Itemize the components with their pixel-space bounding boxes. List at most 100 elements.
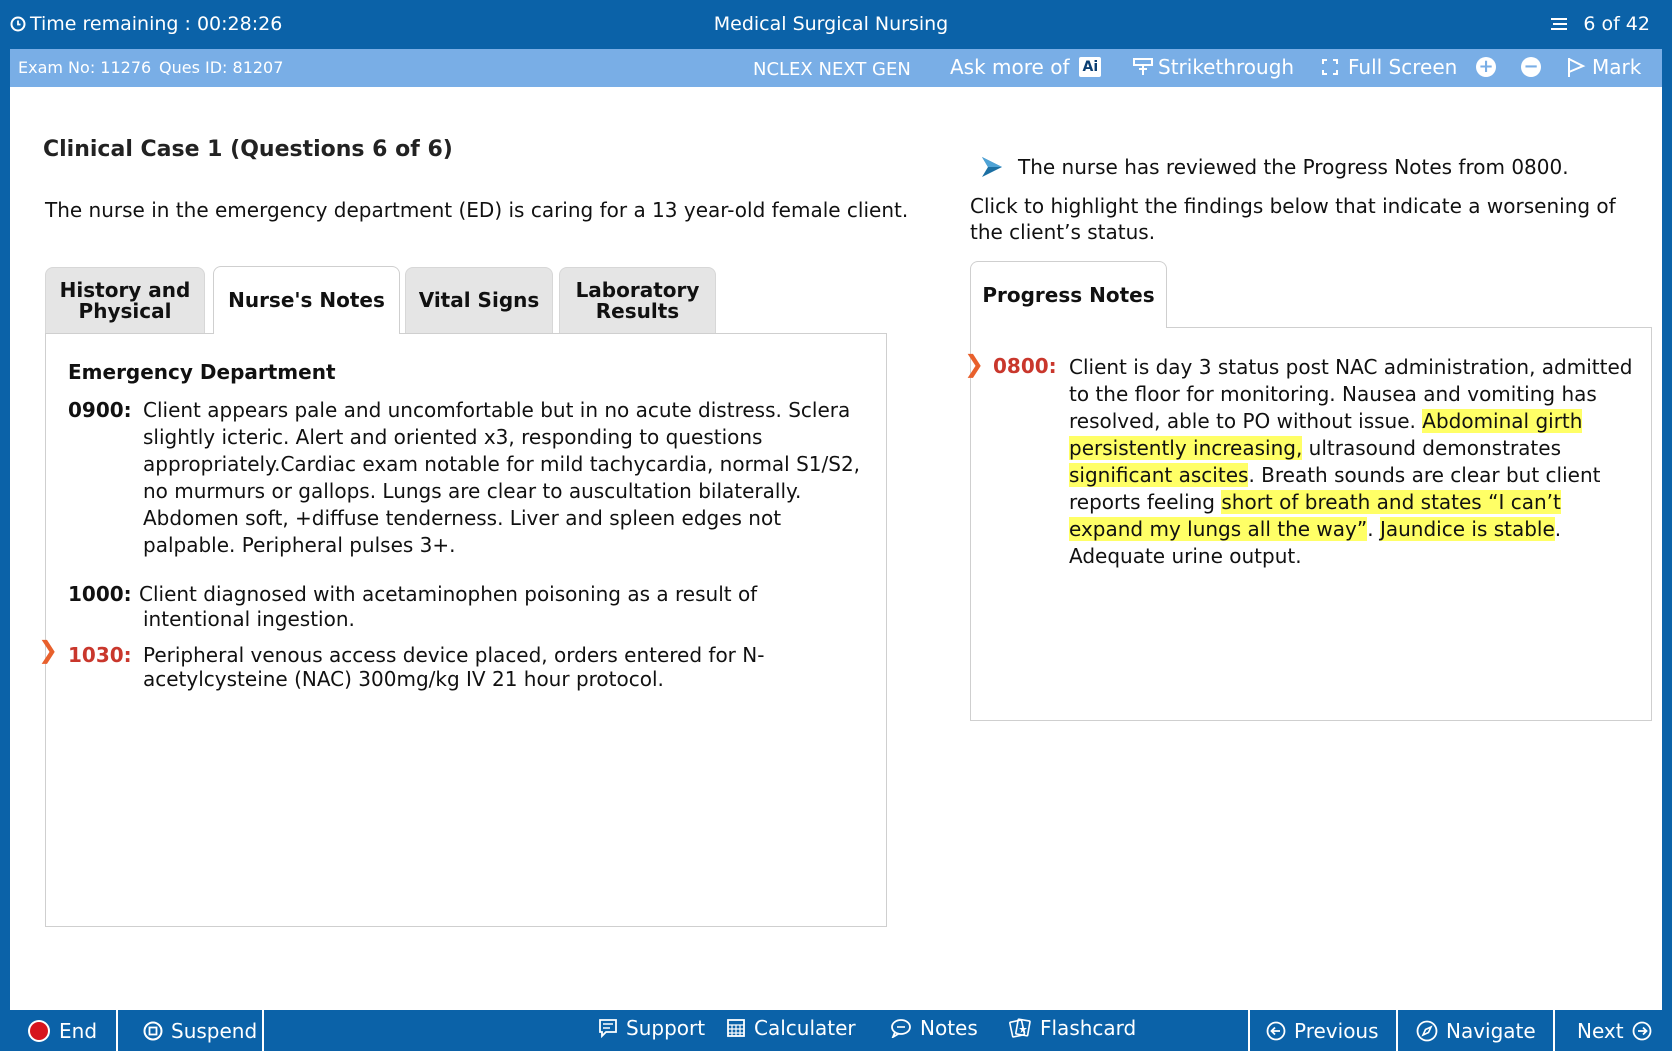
chevron-right-icon: ❯ <box>38 636 59 664</box>
note-line: appropriately.Cardiac exam notable for m… <box>143 452 861 476</box>
ask-ai-button[interactable]: Ask more of Ai <box>950 55 1102 79</box>
flag-icon <box>1568 58 1586 77</box>
chat-square-icon <box>599 1018 617 1038</box>
question-counter: 6 of 42 <box>1549 13 1650 35</box>
nurses-notes-panel: Emergency Department 0900: Client appear… <box>38 333 887 927</box>
bottom-bar: End Suspend Support Calculater Notes Fla… <box>0 1010 1672 1051</box>
note-time: 0900: <box>68 398 132 422</box>
calculator-icon <box>727 1018 745 1037</box>
exam-type: NCLEX NEXT GEN <box>753 59 911 80</box>
note-line: no murmurs or gallops. Lungs are clear t… <box>143 479 802 503</box>
mark-button[interactable]: Mark <box>1566 55 1641 79</box>
full-screen-label: Full Screen <box>1348 55 1458 79</box>
tab-history-physical[interactable]: History and Physical <box>45 267 205 333</box>
question-counter-label: 6 of 42 <box>1583 13 1650 35</box>
arrow-left-circle-icon <box>1266 1021 1286 1040</box>
end-button[interactable]: End <box>27 1010 97 1051</box>
note-line: Client diagnosed with acetaminophen pois… <box>139 582 758 606</box>
strikethrough-icon <box>1133 58 1153 75</box>
calculator-button[interactable]: Calculater <box>726 1007 856 1048</box>
arrow-pointer-icon <box>982 157 1002 177</box>
previous-label: Previous <box>1294 1018 1379 1043</box>
note-line: slightly icteric. Alert and oriented x3,… <box>143 425 763 449</box>
note-0900: 0900: Client appears pale and uncomforta… <box>68 397 868 563</box>
strikethrough-button[interactable]: Strikethrough <box>1132 55 1294 79</box>
note-1030: 1030: Peripheral venous access device pl… <box>68 643 868 699</box>
case-description: The nurse in the emergency department (E… <box>45 198 909 222</box>
divider <box>1248 1010 1250 1051</box>
calculator-label: Calculater <box>754 1015 856 1040</box>
panel-heading: Emergency Department <box>68 360 336 384</box>
support-label: Support <box>626 1015 706 1040</box>
note-text: Peripheral venous access device placed, … <box>143 643 764 691</box>
note-text: Client diagnosed with acetaminophen pois… <box>139 582 757 632</box>
note-1000: 1000: Client diagnosed with acetaminophe… <box>68 582 868 638</box>
next-button[interactable]: Next <box>1577 1010 1660 1051</box>
flashcard-button[interactable]: Flashcard <box>1008 1007 1136 1048</box>
highlighted-finding[interactable]: Jaundice is stable <box>1379 517 1555 541</box>
tab-vital-signs[interactable]: Vital Signs <box>405 267 553 333</box>
compass-icon <box>1416 1020 1438 1041</box>
ai-icon: Ai <box>1079 57 1102 77</box>
note-time: 1000: <box>68 582 132 606</box>
progress-notes-panel: ❯ 0800: Client is day 3 status post NAC … <box>964 327 1652 721</box>
mark-label: Mark <box>1592 55 1642 79</box>
note-time: 1030: <box>68 643 132 667</box>
prompt-text: The nurse has reviewed the Progress Note… <box>1018 155 1569 179</box>
note-text: Client appears pale and uncomfortable bu… <box>143 397 860 559</box>
cards-icon <box>1009 1017 1031 1038</box>
notes-button[interactable]: Notes <box>890 1007 978 1048</box>
expand-icon <box>1322 59 1338 75</box>
finding-segment[interactable]: ultrasound demonstrates <box>1302 436 1561 460</box>
prompt-instructions: Click to highlight the findings below th… <box>970 194 1616 244</box>
note-line: Client appears pale and uncomfortable bu… <box>143 398 851 422</box>
strikethrough-label: Strikethrough <box>1158 55 1295 79</box>
finding-segment[interactable]: . <box>1367 517 1380 541</box>
question-content: Clinical Case 1 (Questions 6 of 6) The n… <box>10 87 1662 1010</box>
navigate-button[interactable]: Navigate <box>1416 1010 1536 1051</box>
question-id: Ques ID: 81207 <box>159 58 284 77</box>
exam-number: Exam No: 11276 <box>18 58 152 77</box>
divider <box>262 1010 264 1051</box>
previous-button[interactable]: Previous <box>1266 1010 1379 1051</box>
exam-title: Medical Surgical Nursing <box>713 13 949 35</box>
navigate-label: Navigate <box>1446 1018 1536 1043</box>
minus-icon: − <box>1521 57 1541 77</box>
note-line: Peripheral venous access device placed, … <box>143 643 765 667</box>
pause-circle-icon <box>143 1021 163 1040</box>
highlighted-finding[interactable]: significant ascites <box>1069 463 1249 487</box>
ask-ai-label: Ask more of <box>950 55 1070 79</box>
tab-lab-line2: Results <box>595 298 680 323</box>
chevron-right-icon: ❯ <box>964 350 985 378</box>
progress-note-time: 0800: <box>993 354 1057 378</box>
suspend-label: Suspend <box>171 1018 258 1043</box>
full-screen-button[interactable]: Full Screen <box>1320 55 1457 79</box>
tab-nurses-notes[interactable]: Nurse's Notes <box>213 266 400 334</box>
plus-icon: + <box>1476 57 1496 77</box>
divider <box>1396 1010 1398 1051</box>
arrow-right-circle-icon <box>1632 1021 1651 1040</box>
support-button[interactable]: Support <box>598 1007 705 1048</box>
note-line: palpable. Peripheral pulses 3+. <box>143 533 456 557</box>
speech-bubble-icon <box>891 1018 911 1038</box>
top-bar: Time remaining : 00:28:26 Medical Surgic… <box>0 0 1672 49</box>
zoom-out-button[interactable]: − <box>1521 57 1541 77</box>
toolbar: Exam No: 11276 Ques ID: 81207 NCLEX NEXT… <box>10 49 1662 87</box>
next-label: Next <box>1577 1018 1624 1043</box>
end-label: End <box>59 1018 98 1043</box>
list-icon <box>1551 18 1568 30</box>
flashcard-label: Flashcard <box>1040 1015 1137 1040</box>
note-line: Abdomen soft, +diffuse tenderness. Liver… <box>143 506 782 530</box>
tab-laboratory-results[interactable]: Laboratory Results <box>559 267 716 333</box>
tab-progress-notes[interactable]: Progress Notes <box>970 261 1167 328</box>
suspend-button[interactable]: Suspend <box>143 1010 257 1051</box>
case-title: Clinical Case 1 (Questions 6 of 6) <box>43 137 453 162</box>
tab-history-line2: Physical <box>78 298 172 323</box>
progress-note-text[interactable]: Client is day 3 status post NAC administ… <box>1069 354 1639 570</box>
divider <box>116 1010 118 1051</box>
zoom-in-button[interactable]: + <box>1476 57 1496 77</box>
stop-icon <box>28 1019 50 1042</box>
notes-label: Notes <box>920 1015 978 1040</box>
note-line: acetylcysteine (NAC) 300mg/kg IV 21 hour… <box>143 667 664 691</box>
prompt-line1: The nurse has reviewed the Progress Note… <box>982 155 1569 179</box>
